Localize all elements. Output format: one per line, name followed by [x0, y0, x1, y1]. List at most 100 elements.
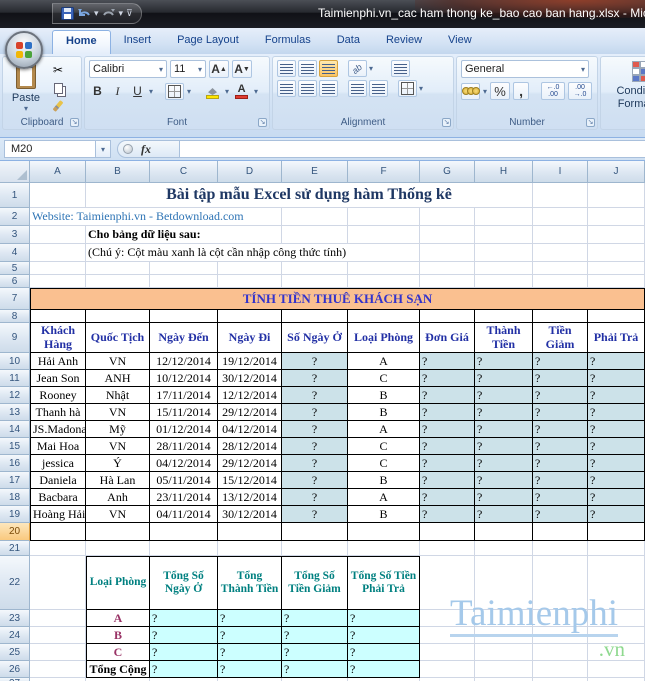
row-header[interactable]: 4 — [0, 244, 30, 262]
accounting-dropdown-icon[interactable]: ▾ — [483, 87, 487, 96]
room-type-label[interactable]: A — [86, 610, 150, 627]
top-align-button[interactable] — [277, 60, 296, 77]
cell[interactable] — [348, 208, 420, 226]
conditional-formatting-button[interactable]: ≤ Conditional Formatting — [605, 60, 645, 112]
cell[interactable]: Mai Hoa — [30, 438, 86, 455]
cell[interactable] — [348, 275, 420, 288]
cell[interactable]: ? — [588, 421, 645, 438]
increase-decimal-button[interactable]: ←.0.00 — [541, 82, 566, 100]
cell[interactable]: ? — [282, 627, 348, 644]
cell[interactable] — [533, 541, 588, 556]
cell[interactable] — [150, 310, 218, 323]
cell[interactable]: 10/12/2014 — [150, 370, 218, 387]
wrap-text-button[interactable] — [391, 60, 411, 77]
cell[interactable]: ? — [218, 661, 282, 678]
cell[interactable] — [282, 541, 348, 556]
row-header[interactable]: 20 — [0, 523, 30, 541]
cell[interactable]: ? — [475, 438, 533, 455]
cell[interactable] — [588, 644, 645, 661]
cell[interactable]: C — [348, 438, 420, 455]
cell[interactable] — [30, 644, 86, 661]
cell[interactable] — [86, 310, 150, 323]
cell[interactable] — [282, 226, 348, 244]
comma-style-button[interactable]: , — [513, 82, 530, 100]
undo-icon[interactable] — [77, 8, 91, 20]
cell[interactable] — [282, 262, 348, 275]
cell[interactable]: ? — [533, 455, 588, 472]
row-header[interactable]: 22 — [0, 556, 30, 610]
row-header[interactable]: 5 — [0, 262, 30, 275]
accounting-format-button[interactable] — [461, 82, 480, 100]
cell[interactable]: Nhật — [86, 387, 150, 404]
cell[interactable] — [533, 183, 588, 208]
cell[interactable]: ? — [348, 644, 420, 661]
cell[interactable]: ? — [282, 489, 348, 506]
font-name-select[interactable]: Calibri ▾ — [89, 60, 167, 78]
cell[interactable] — [475, 262, 533, 275]
cell[interactable]: ? — [588, 472, 645, 489]
cell[interactable]: ? — [420, 455, 475, 472]
middle-align-button[interactable] — [298, 60, 317, 77]
cell[interactable]: 30/12/2014 — [218, 506, 282, 523]
cell[interactable]: Daniela — [30, 472, 86, 489]
cell[interactable]: 15/12/2014 — [218, 472, 282, 489]
cell[interactable]: ? — [588, 438, 645, 455]
cell[interactable] — [30, 556, 86, 610]
cell[interactable]: C — [348, 455, 420, 472]
cell[interactable] — [420, 262, 475, 275]
cell[interactable] — [282, 310, 348, 323]
italic-button[interactable]: I — [109, 82, 126, 100]
cell[interactable] — [475, 310, 533, 323]
cell[interactable]: ? — [150, 627, 218, 644]
row-header[interactable]: 14 — [0, 421, 30, 438]
customize-qat-icon[interactable]: ⊽ — [126, 8, 133, 19]
cell[interactable]: A — [348, 489, 420, 506]
cell[interactable]: 04/12/2014 — [150, 455, 218, 472]
cell[interactable]: Ý — [86, 455, 150, 472]
cell[interactable] — [420, 523, 475, 541]
cell[interactable]: 17/11/2014 — [150, 387, 218, 404]
cell[interactable]: ? — [420, 387, 475, 404]
cell[interactable]: ? — [475, 472, 533, 489]
hotel-column-header[interactable]: Số Ngày Ở — [282, 323, 348, 353]
cell[interactable] — [420, 627, 475, 644]
hotel-column-header[interactable]: Tiền Giảm — [533, 323, 588, 353]
cell[interactable]: ? — [533, 506, 588, 523]
redo-icon[interactable] — [102, 8, 116, 20]
cell[interactable]: 30/12/2014 — [218, 370, 282, 387]
underline-button[interactable]: U — [129, 82, 146, 100]
cell[interactable]: VN — [86, 404, 150, 421]
grow-font-button[interactable]: A ▲ — [209, 60, 229, 78]
merge-center-dropdown-icon[interactable]: ▾ — [419, 84, 423, 93]
merge-center-button[interactable] — [398, 80, 417, 97]
cell[interactable]: ? — [533, 370, 588, 387]
cell[interactable] — [475, 208, 533, 226]
cell[interactable] — [30, 275, 86, 288]
cell[interactable]: VN — [86, 506, 150, 523]
hotel-table-banner[interactable]: TÍNH TIỀN THUÊ KHÁCH SẠN — [30, 288, 645, 310]
row-header[interactable]: 23 — [0, 610, 30, 627]
cell[interactable]: ? — [420, 353, 475, 370]
row-header[interactable]: 17 — [0, 472, 30, 489]
cell[interactable] — [420, 541, 475, 556]
row-header[interactable]: 13 — [0, 404, 30, 421]
row-header[interactable]: 21 — [0, 541, 30, 556]
cell[interactable]: ? — [420, 404, 475, 421]
tab-review[interactable]: Review — [373, 30, 435, 54]
cell[interactable]: ? — [282, 472, 348, 489]
cell[interactable] — [150, 275, 218, 288]
cell[interactable]: VN — [86, 353, 150, 370]
cell[interactable]: Hoàng Hải — [30, 506, 86, 523]
cell[interactable] — [475, 644, 533, 661]
cell[interactable]: C — [348, 370, 420, 387]
cell[interactable]: ? — [282, 644, 348, 661]
orientation-button[interactable]: ab — [348, 60, 367, 77]
cell[interactable]: ? — [533, 353, 588, 370]
cell[interactable]: ? — [420, 370, 475, 387]
cell[interactable]: ? — [588, 370, 645, 387]
formula-input[interactable] — [179, 140, 645, 158]
cell[interactable]: 19/12/2014 — [218, 353, 282, 370]
cell[interactable]: ? — [150, 610, 218, 627]
column-header-I[interactable]: I — [533, 161, 588, 183]
note-line-1[interactable]: Cho bảng dữ liệu sau: — [86, 226, 282, 244]
